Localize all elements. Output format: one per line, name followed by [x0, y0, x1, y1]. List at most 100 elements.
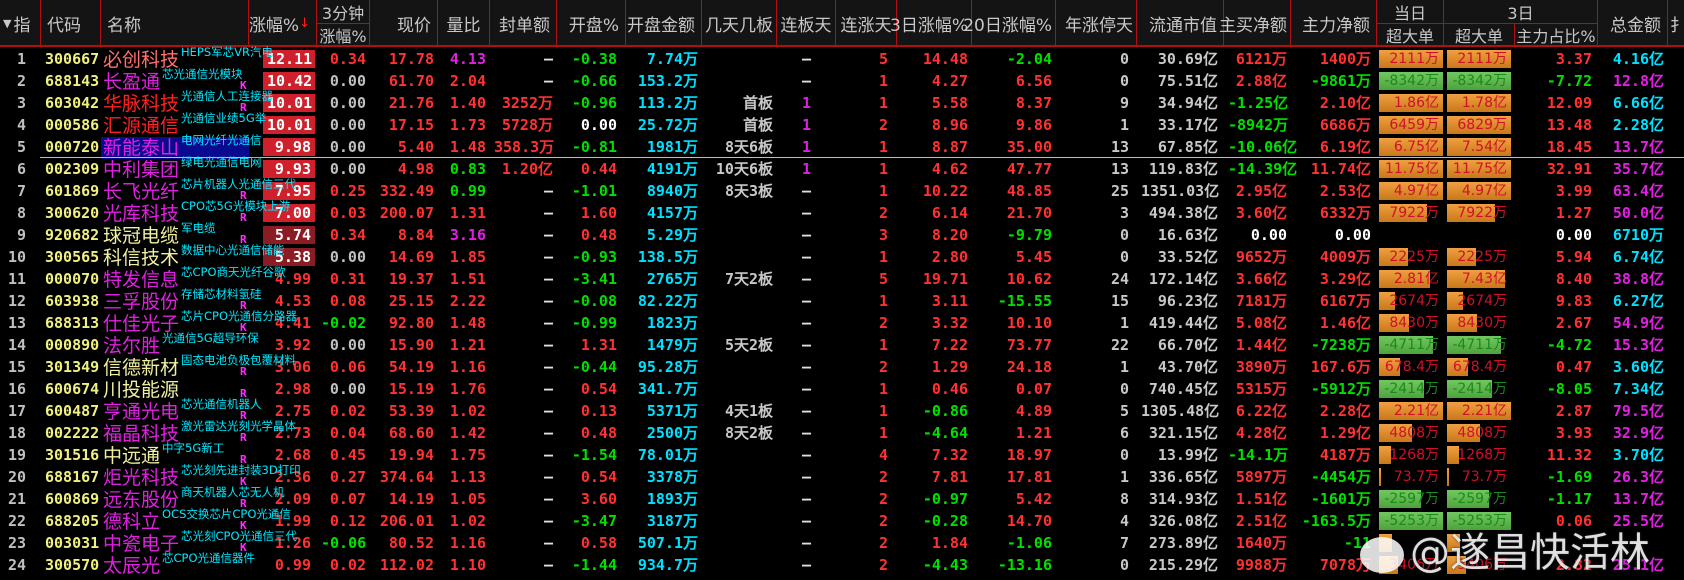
year-limit-days-cell: 5: [1119, 402, 1129, 420]
20day-change-cell: 5.42: [1015, 490, 1052, 508]
watermark: @遂昌快活林: [1360, 520, 1650, 578]
column-header-price[interactable]: 现价: [370, 0, 438, 47]
3day-change-cell: 8.96: [931, 116, 968, 134]
main-buy-net-cell: 2.88亿: [1235, 72, 1287, 90]
total-amount-cell: 12.8亿: [1612, 72, 1664, 90]
column-header-consecutive-limit[interactable]: 连板天: [777, 0, 836, 47]
code-cell: 000070: [45, 270, 100, 288]
main-force-net-cell: 4187万: [1319, 446, 1371, 464]
open-amount-cell: 1823万: [646, 314, 698, 332]
table-row[interactable]: 1 300667 0.34 17.78 4.13– -0.38 7.74万 –5 14.48 -2…: [0, 45, 1684, 71]
stock-name: 亨通光电: [103, 401, 180, 423]
main-force-ratio-cell: 2.87: [1555, 402, 1592, 420]
year-limit-days-cell: 13: [1110, 138, 1129, 156]
20day-change-cell: 10.62: [1006, 270, 1052, 288]
consecutive-limit-cell: –: [801, 72, 812, 90]
column-header-total-amount[interactable]: 总金额: [1598, 0, 1668, 47]
column-header-volume-ratio[interactable]: 量比: [438, 0, 490, 47]
main-buy-net-cell: 4.28亿: [1235, 424, 1287, 442]
float-mcap-cell: 215.29亿: [1148, 556, 1218, 574]
20day-change-cell: 73.77: [1006, 336, 1052, 354]
consecutive-up-cell: 1: [878, 424, 888, 442]
seal-amount-cell: –: [543, 358, 553, 376]
concept-tag: OCS交换芯片CPO光通信: [162, 507, 291, 521]
consecutive-up-cell: 1: [878, 72, 888, 90]
seal-amount-cell: –: [543, 226, 553, 244]
volume-ratio-cell: 1.73: [449, 116, 486, 134]
stock-name: 太辰光: [103, 555, 161, 577]
column-header-main-force-net[interactable]: 主力净额: [1291, 0, 1377, 47]
today-xl-order-value: -2414万: [1384, 381, 1439, 397]
index-cell: 12: [7, 292, 26, 310]
column-header-float-mcap[interactable]: 流通市值: [1137, 0, 1224, 47]
boards-cell: [702, 202, 777, 224]
concept-tag: 商天机器人芯无人机: [181, 485, 285, 499]
3day-xl-order-value: 7.43亿: [1461, 271, 1507, 287]
table-row[interactable]: 15 301349 0.06 54.19 1.16– -0.44 95.28万 –2 1.29 2…: [0, 353, 1684, 379]
boards-cell: 7天2板: [724, 270, 773, 288]
column-header-boards[interactable]: 几天几板: [702, 0, 777, 47]
column-header-open-pct[interactable]: 开盘%: [557, 0, 626, 47]
column-header-main-force-ratio[interactable]: 主力占比%: [1515, 23, 1598, 46]
column-header-main-buy-net[interactable]: 主买净额: [1219, 0, 1291, 47]
column-header-3min-change[interactable]: 涨幅%: [317, 23, 370, 46]
open-pct-cell: -0.44: [571, 358, 617, 376]
column-header-name[interactable]: 名称: [101, 0, 249, 47]
today-xl-order-value: -8342万: [1384, 73, 1439, 89]
consecutive-limit-cell: –: [801, 468, 812, 486]
column-header-3day-change[interactable]: 3日涨幅%: [890, 0, 972, 47]
consecutive-limit-cell: –: [801, 50, 812, 68]
index-cell: 21: [7, 490, 26, 508]
column-header-seal-amount[interactable]: 封单额: [490, 0, 557, 47]
year-limit-days-cell: 0: [1119, 380, 1129, 398]
year-limit-days-cell: 0: [1119, 446, 1129, 464]
today-xl-order-value: 2111万: [1389, 51, 1439, 67]
today-xl-order-value: 2.21亿: [1393, 403, 1439, 419]
today-xl-order-value: 2225万: [1389, 249, 1439, 265]
main-force-net-cell: 11.74亿: [1310, 160, 1371, 178]
column-header-consecutive-up[interactable]: 连涨天: [836, 0, 897, 47]
table-row[interactable]: 8 300620 0.03 200.07 1.31 – 1.60 4157万 – 2 6.14 21.…: [0, 199, 1684, 225]
consecutive-up-cell: 1: [878, 336, 888, 354]
consecutive-limit-cell: –: [801, 446, 812, 464]
main-force-net-cell: 1.29亿: [1319, 424, 1371, 442]
open-amount-cell: 138.5万: [637, 248, 698, 266]
consecutive-limit-cell: 1: [801, 94, 812, 112]
year-limit-days-cell: 1: [1119, 314, 1129, 332]
column-header-index[interactable]: ▼ 指: [0, 0, 41, 47]
open-amount-cell: 3378万: [646, 468, 698, 486]
price-cell: 92.80: [388, 314, 434, 332]
code-cell: 003031: [45, 534, 100, 552]
price-cell: 14.19: [388, 490, 434, 508]
column-header-3day-xl-order[interactable]: 超大单: [1444, 23, 1515, 46]
boards-cell: 4天1板: [724, 402, 773, 420]
3min-change-cell: 0.00: [329, 336, 366, 354]
3day-change-cell: 6.14: [931, 204, 968, 222]
column-header-truncated[interactable]: 扌: [1668, 0, 1684, 47]
year-limit-days-cell: 25: [1110, 182, 1129, 200]
volume-ratio-cell: 1.31: [449, 204, 486, 222]
main-buy-net-cell: -10.06亿: [1228, 138, 1298, 156]
column-header-year-limit-days[interactable]: 年涨停天: [1056, 0, 1137, 47]
index-cell: 7: [16, 182, 26, 200]
index-cell: 5: [16, 138, 26, 156]
column-header-change-pct[interactable]: 涨幅% ↓: [249, 0, 317, 47]
column-header-20day-change[interactable]: 20日涨幅%: [963, 0, 1056, 47]
volume-ratio-cell: 1.02: [449, 512, 486, 530]
main-force-ratio-cell: -4.72: [1546, 336, 1592, 354]
column-header-today-xl-order[interactable]: 超大单: [1377, 23, 1444, 46]
consecutive-limit-cell: –: [801, 248, 812, 266]
main-force-ratio-cell: 32.91: [1546, 160, 1592, 178]
20day-change-cell: 47.77: [1006, 160, 1052, 178]
column-header-open-amount[interactable]: 开盘金额: [626, 0, 702, 47]
table-row[interactable]: 18 002222 0.04 68.60 1.42 – 0.48 2500万 8天2板 – 1 -4.…: [0, 419, 1684, 445]
main-force-net-cell: 2.53亿: [1319, 182, 1371, 200]
change-pct-cell: 2.98: [274, 380, 311, 398]
3day-change-cell: 3.32: [931, 314, 968, 332]
boards-cell: [702, 356, 777, 378]
index-cell: 22: [7, 512, 26, 530]
total-amount-cell: 3.60亿: [1612, 358, 1664, 376]
column-header-code[interactable]: 代码: [41, 0, 101, 47]
code-cell: 688167: [45, 468, 100, 486]
3day-change-cell: 14.48: [922, 50, 968, 68]
